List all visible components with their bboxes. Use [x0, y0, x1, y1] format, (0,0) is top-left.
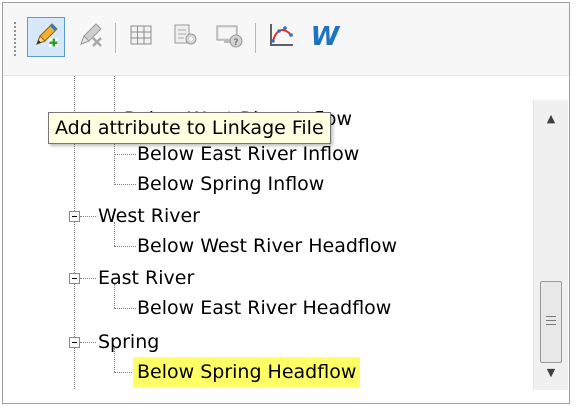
tooltip-text: Add attribute to Linkage File — [55, 117, 324, 139]
collapse-icon[interactable] — [69, 211, 80, 222]
tree-item-west-river[interactable]: West River — [94, 201, 204, 231]
add-attribute-button[interactable] — [27, 17, 65, 57]
help-icon: ? — [215, 21, 243, 53]
tree-item-east-river[interactable]: East River — [94, 263, 198, 293]
tree-item-below-east-river-headflow[interactable]: Below East River Headflow — [133, 293, 395, 323]
tree-item-below-spring-headflow[interactable]: Below Spring Headflow — [133, 357, 361, 387]
arrow-up-icon: ▲ — [546, 111, 556, 125]
arrow-down-icon: ▼ — [546, 365, 556, 379]
toolbar-separator — [115, 23, 116, 53]
scroll-thumb[interactable] — [540, 281, 562, 363]
tooltip: Add attribute to Linkage File — [48, 112, 331, 144]
collapse-icon[interactable] — [69, 273, 80, 284]
chart-button[interactable] — [262, 17, 300, 57]
properties-button[interactable] — [166, 17, 204, 57]
scroll-up-button[interactable]: ▲ — [534, 100, 568, 136]
chart-curve-icon — [267, 21, 295, 53]
help-button[interactable]: ? — [210, 17, 248, 57]
w-logo-icon: W — [310, 22, 340, 52]
table-button[interactable] — [122, 17, 160, 57]
w-button[interactable]: W — [306, 17, 344, 57]
collapse-icon[interactable] — [69, 337, 80, 348]
scroll-down-button[interactable]: ▼ — [534, 354, 568, 390]
tree-item-below-west-river-headflow[interactable]: Below West River Headflow — [133, 231, 401, 261]
properties-icon — [172, 22, 198, 52]
tree-item-below-spring-inflow[interactable]: Below Spring Inflow — [133, 169, 328, 199]
add-attribute-pencil-icon — [32, 21, 60, 53]
linkage-panel: ? W Below Wes — [2, 2, 570, 404]
vertical-scrollbar[interactable]: ▲ ▼ — [533, 100, 568, 390]
toolbar: ? W — [3, 3, 569, 76]
remove-attribute-pencil-icon — [76, 21, 104, 53]
toolbar-separator — [255, 23, 256, 53]
toolbar-grip[interactable] — [13, 21, 17, 57]
table-grid-icon — [129, 23, 153, 51]
remove-attribute-button[interactable] — [71, 17, 109, 57]
selected-item-label: Below Spring Headflow — [133, 357, 361, 387]
tree-item-spring[interactable]: Spring — [94, 327, 163, 357]
svg-text:?: ? — [233, 38, 238, 48]
